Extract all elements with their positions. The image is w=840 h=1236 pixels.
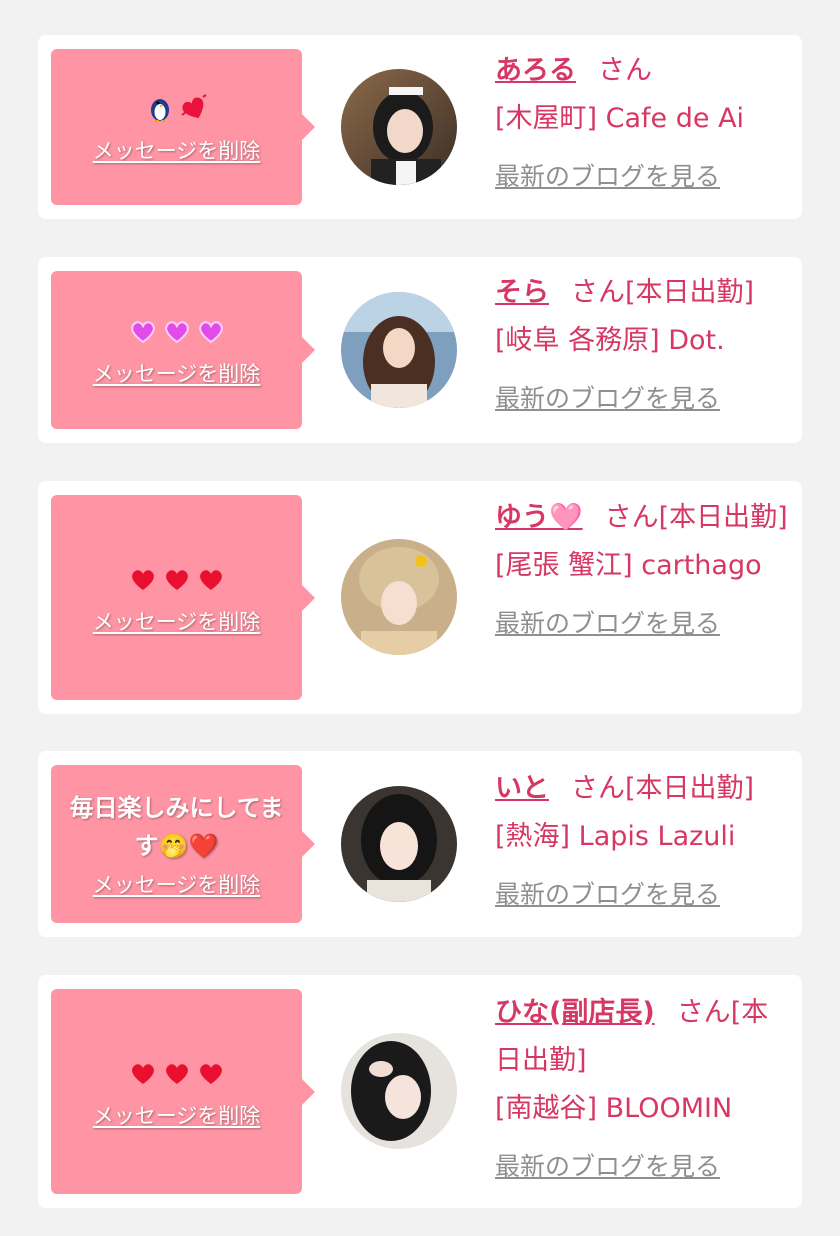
purple-heart-icon [164,321,189,344]
message-bubble: メッセージを削除 [51,271,315,429]
cast-info: そら さん[本日出勤] [岐阜 各務原] Dot. 最新のブログを見る [495,269,790,423]
honorific: さん [598,55,652,86]
message-bubble: メッセージを削除 [51,495,315,700]
message-emoji-row [128,312,226,350]
dancing-heart-icon [180,94,207,118]
purple-heart-icon [198,321,223,344]
purple-heart-icon [130,321,155,344]
delete-message-link[interactable]: メッセージを削除 [93,1100,261,1130]
red-heart-icon [131,569,154,590]
message-list: メッセージを削除 あろる さん [木屋町] Cafe de Ai 最新のブログを見… [0,0,840,1236]
message-card: メッセージを削除 そら さん[本日出勤] [岐阜 各務原] Dot. 最新のブログ… [38,257,802,443]
delete-message-link[interactable]: メッセージを削除 [93,606,261,636]
message-card: 毎日楽しみにしてます🤭❤️ メッセージを削除 いと さん[本日出勤] [熱海] L… [38,751,802,937]
latest-blog-link[interactable]: 最新のブログを見る [495,375,790,423]
red-heart-icon [199,569,222,590]
cast-info: あろる さん [木屋町] Cafe de Ai 最新のブログを見る [495,47,790,201]
work-status: [本日出勤] [625,277,755,308]
message-emoji-row [128,1054,226,1092]
shop-name: [木屋町] Cafe de Ai [495,103,745,134]
latest-blog-link[interactable]: 最新のブログを見る [495,871,790,919]
shop-name: [南越谷] BLOOMIN [495,1093,733,1124]
cast-name-link[interactable]: あろる [495,55,576,86]
penguin-icon [150,99,169,122]
avatar[interactable] [341,539,457,655]
avatar[interactable] [341,69,457,185]
work-status: [本日出勤] [658,502,788,533]
avatar[interactable] [341,786,457,902]
cast-info: いと さん[本日出勤] [熱海] Lapis Lazuli 最新のブログを見る [495,765,790,919]
honorific: さん [676,997,731,1028]
delete-message-link[interactable]: メッセージを削除 [93,135,261,165]
cast-info: ひな(副店長) さん[本日出勤] [南越谷] BLOOMIN 最新のブログを見る [495,989,790,1191]
message-bubble: メッセージを削除 [51,989,315,1194]
cast-info: ゆう🩷 さん[本日出勤] [尾張 蟹江] carthago 最新のブログを見る [495,494,790,648]
message-emoji-row [128,560,226,598]
latest-blog-link[interactable]: 最新のブログを見る [495,600,790,648]
shop-name: [熱海] Lapis Lazuli [495,821,736,852]
shop-name: [岐阜 各務原] Dot. [495,325,725,356]
red-heart-icon [165,569,188,590]
latest-blog-link[interactable]: 最新のブログを見る [495,153,790,201]
work-status: [本日出勤] [625,773,755,804]
message-text: 毎日楽しみにしてます🤭❤️ [69,794,284,860]
honorific: さん [604,502,659,533]
avatar[interactable] [341,292,457,408]
message-emoji-row [145,89,209,127]
message-bubble: 毎日楽しみにしてます🤭❤️ メッセージを削除 [51,765,315,923]
message-card: メッセージを削除 あろる さん [木屋町] Cafe de Ai 最新のブログを見… [38,35,802,219]
cast-name-link[interactable]: そら [495,277,549,308]
cast-name-link[interactable]: いと [495,773,549,804]
honorific: さん [571,277,625,308]
shop-name: [尾張 蟹江] carthago [495,550,762,581]
avatar[interactable] [341,1033,457,1149]
honorific: さん [571,773,625,804]
red-heart-icon [131,1063,154,1084]
message-bubble: メッセージを削除 [51,49,315,205]
red-heart-icon [165,1063,188,1084]
delete-message-link[interactable]: メッセージを削除 [93,869,261,899]
cast-name-link[interactable]: ひな(副店長) [495,997,655,1028]
latest-blog-link[interactable]: 最新のブログを見る [495,1143,790,1191]
cast-name-link[interactable]: ゆう🩷 [495,502,583,533]
message-card: メッセージを削除 ひな(副店長) さん[本日出勤] [南越谷] BLOOMIN 最… [38,975,802,1208]
red-heart-icon [199,1063,222,1084]
message-card: メッセージを削除 ゆう🩷 さん[本日出勤] [尾張 蟹江] carthago 最新… [38,481,802,714]
delete-message-link[interactable]: メッセージを削除 [93,358,261,388]
